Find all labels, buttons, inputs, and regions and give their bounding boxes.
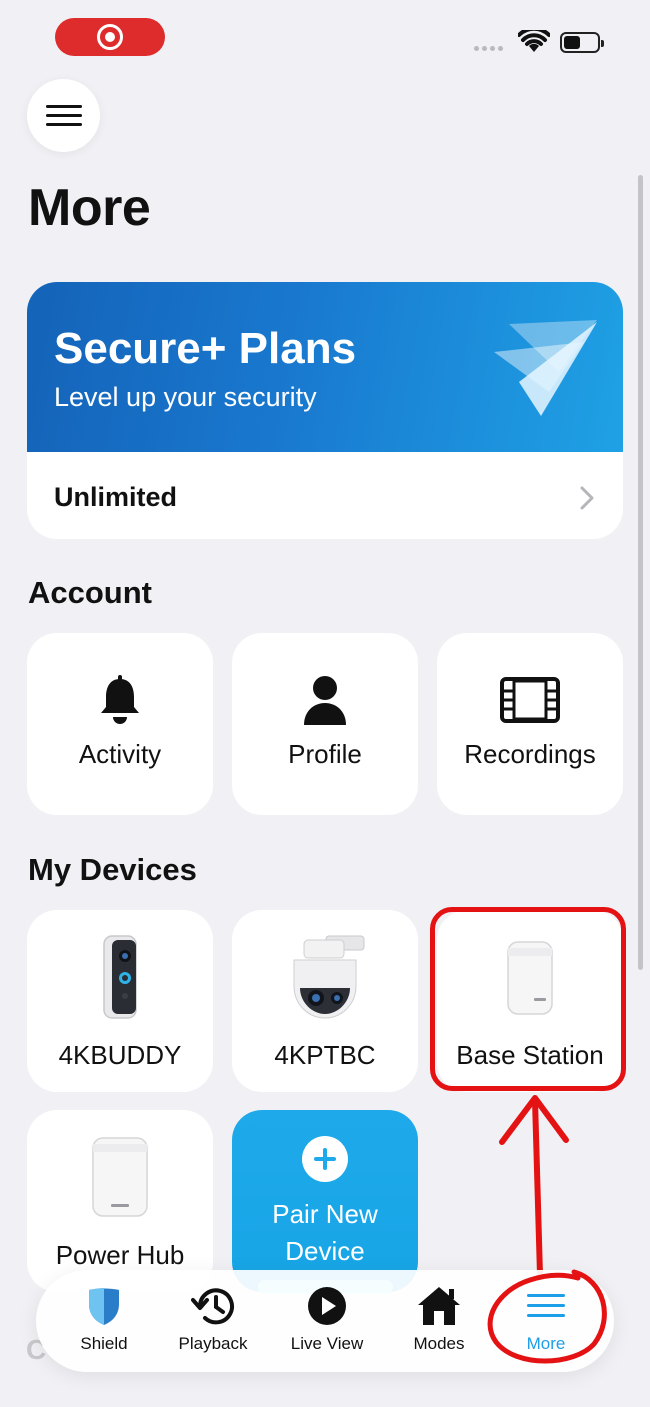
play-icon bbox=[308, 1287, 346, 1325]
power-hub-icon bbox=[92, 1137, 148, 1217]
device-tile-4kbuddy[interactable]: 4KBUDDY bbox=[27, 910, 213, 1092]
plan-row-label: Unlimited bbox=[54, 482, 178, 512]
annotation-circle bbox=[487, 1269, 607, 1364]
hamburger-menu-button[interactable] bbox=[27, 79, 100, 152]
bell-icon bbox=[101, 675, 139, 724]
annotation-arrow bbox=[499, 1095, 569, 1278]
activity-label: Activity bbox=[78, 739, 162, 769]
pair-new-device-button[interactable]: Pair New Device bbox=[232, 1110, 418, 1292]
cellular-signal-icon bbox=[474, 46, 503, 51]
activity-tile[interactable]: Activity bbox=[27, 633, 213, 815]
page-title: More bbox=[28, 179, 151, 237]
screen-recording-indicator[interactable] bbox=[55, 18, 165, 56]
person-icon bbox=[304, 676, 346, 725]
secure-plans-card[interactable]: Secure+ Plans Level up your security Unl… bbox=[27, 282, 623, 539]
device-label: 4KBUDDY bbox=[58, 1040, 182, 1070]
tab-playback[interactable]: Playback bbox=[158, 1284, 268, 1364]
home-icon bbox=[418, 1287, 460, 1325]
pair-new-device-label: Pair New Device bbox=[272, 1199, 378, 1266]
tab-live-view[interactable]: Live View bbox=[272, 1284, 382, 1364]
chevron-right-icon[interactable] bbox=[579, 485, 595, 511]
recordings-tile[interactable]: Recordings bbox=[437, 633, 623, 815]
profile-tile[interactable]: Profile bbox=[232, 633, 418, 815]
annotation-highlight-box bbox=[430, 907, 626, 1091]
film-icon bbox=[500, 677, 560, 723]
secure-plans-banner[interactable]: Secure+ Plans Level up your security bbox=[27, 282, 623, 452]
plan-title: Secure+ Plans bbox=[54, 324, 357, 373]
account-section-title: Account bbox=[28, 575, 152, 610]
history-icon bbox=[191, 1288, 234, 1325]
recordings-label: Recordings bbox=[464, 739, 596, 769]
record-icon bbox=[97, 24, 123, 50]
ptz-camera-icon bbox=[293, 935, 365, 1019]
doorbell-icon bbox=[103, 935, 137, 1019]
plan-subtitle: Level up your security bbox=[54, 382, 317, 412]
device-label: 4KPTBC bbox=[274, 1040, 376, 1070]
device-label: Power Hub bbox=[55, 1240, 185, 1270]
device-tile-4kptbc[interactable]: 4KPTBC bbox=[232, 910, 418, 1092]
status-bar bbox=[0, 0, 650, 70]
wifi-icon bbox=[518, 30, 550, 52]
shield-icon bbox=[89, 1288, 119, 1325]
scrollbar[interactable] bbox=[638, 175, 643, 970]
plus-icon bbox=[302, 1136, 348, 1182]
battery-icon bbox=[560, 32, 604, 53]
tab-modes[interactable]: Modes bbox=[384, 1284, 494, 1364]
brand-wing-icon bbox=[494, 320, 597, 416]
tab-shield[interactable]: Shield bbox=[49, 1284, 159, 1364]
profile-label: Profile bbox=[288, 739, 362, 769]
devices-section-title: My Devices bbox=[28, 852, 197, 887]
device-tile-power-hub[interactable]: Power Hub bbox=[27, 1110, 213, 1292]
